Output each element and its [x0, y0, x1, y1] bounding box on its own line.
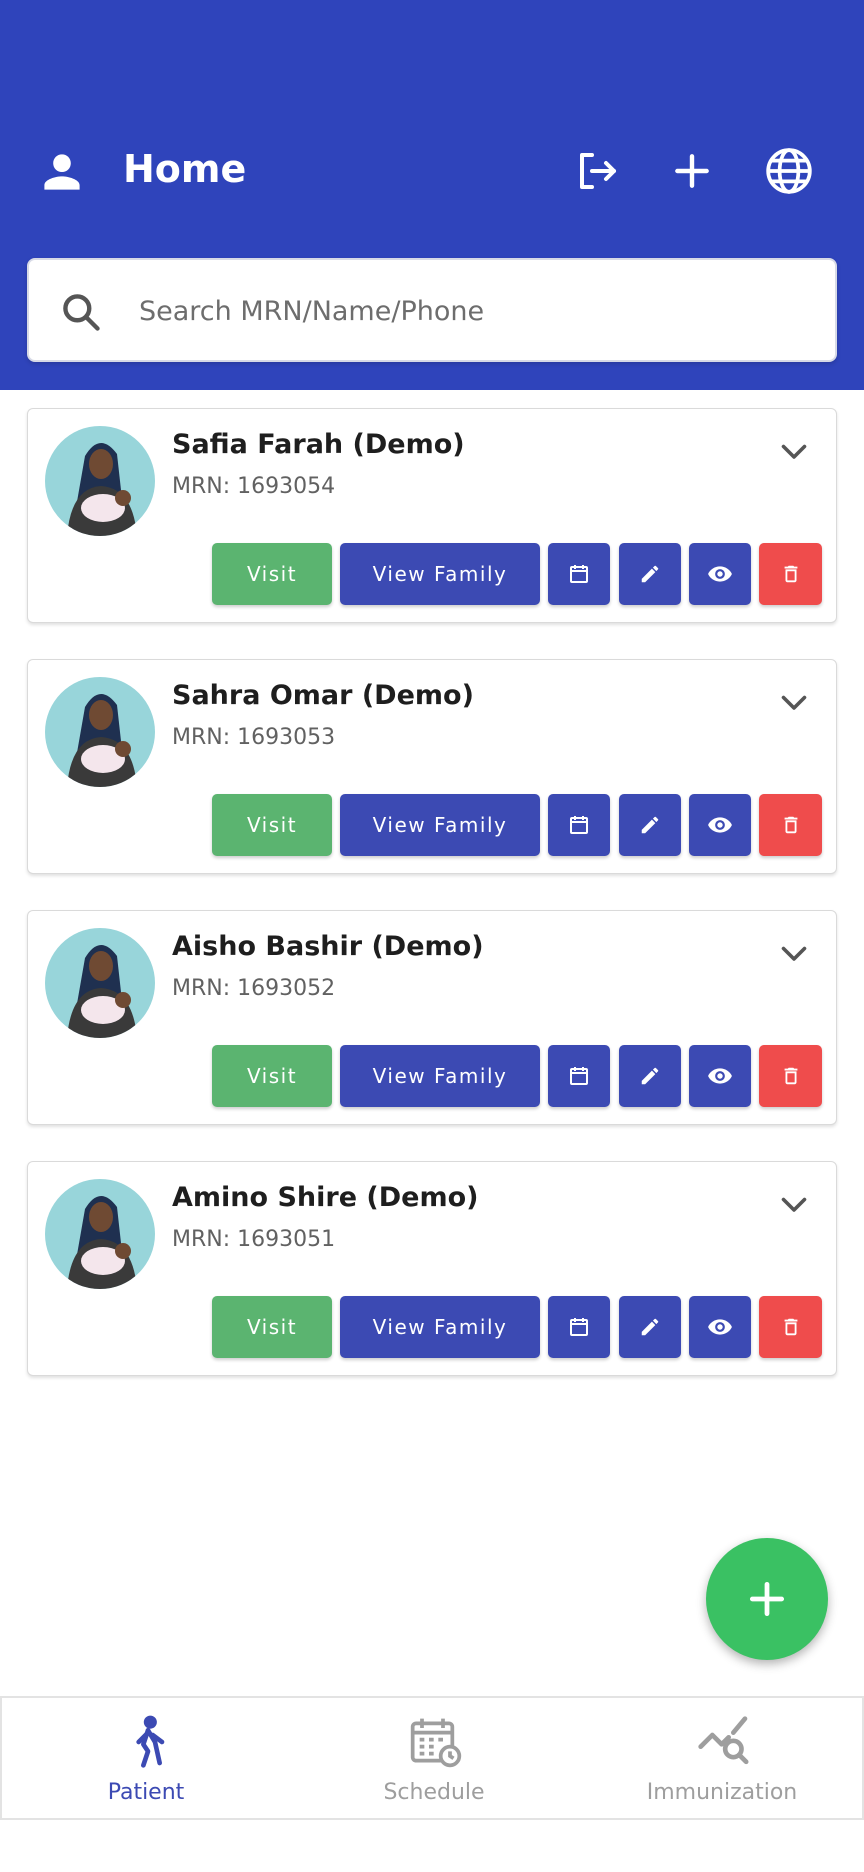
logout-button[interactable]	[570, 145, 622, 197]
patient-card[interactable]: Sahra Omar (Demo) MRN: 1693053 Visit Vie…	[27, 659, 837, 874]
patient-name: Aisho Bashir (Demo)	[172, 931, 484, 962]
eye-icon	[708, 817, 732, 833]
patient-card[interactable]: Aisho Bashir (Demo) MRN: 1693052 Visit V…	[27, 910, 837, 1125]
patient-list: Safia Farah (Demo) MRN: 1693054 Visit Vi…	[0, 408, 864, 1412]
avatar	[45, 426, 155, 536]
bottom-navigation: Patient Schedule Immunization	[0, 1696, 864, 1820]
view-button[interactable]	[689, 543, 751, 605]
view-button[interactable]	[689, 1296, 751, 1358]
edit-button[interactable]	[619, 794, 681, 856]
delete-button[interactable]	[759, 794, 822, 856]
calendar-clock-icon	[410, 1718, 462, 1768]
trash-icon	[784, 816, 797, 834]
calendar-icon	[570, 565, 588, 583]
chart-search-icon	[698, 1716, 749, 1765]
edit-button[interactable]	[619, 543, 681, 605]
visit-button[interactable]: Visit	[212, 1296, 332, 1358]
avatar	[45, 928, 155, 1038]
chevron-down-icon[interactable]	[776, 1186, 812, 1222]
nav-item-schedule[interactable]: Schedule	[290, 1698, 578, 1818]
schedule-button[interactable]	[548, 794, 610, 856]
trash-icon	[784, 1067, 797, 1085]
add-icon	[675, 154, 709, 188]
logout-icon	[580, 153, 616, 189]
patient-mrn: MRN: 1693053	[172, 725, 336, 750]
search-input[interactable]	[139, 282, 799, 340]
view-family-button[interactable]: View Family	[340, 1296, 540, 1358]
patient-card[interactable]: Safia Farah (Demo) MRN: 1693054 Visit Vi…	[27, 408, 837, 623]
search-bar	[27, 258, 837, 362]
delete-button[interactable]	[759, 1045, 822, 1107]
eye-icon	[708, 1068, 732, 1084]
calendar-icon	[570, 1318, 588, 1336]
plus-icon	[749, 1581, 785, 1617]
visit-button[interactable]: Visit	[212, 543, 332, 605]
nav-label-schedule: Schedule	[383, 1780, 485, 1805]
patient-mrn: MRN: 1693051	[172, 1227, 336, 1252]
visit-button[interactable]: Visit	[212, 794, 332, 856]
pencil-icon	[641, 1318, 659, 1336]
eye-icon	[708, 566, 732, 582]
delete-button[interactable]	[759, 543, 822, 605]
chevron-down-icon[interactable]	[776, 684, 812, 720]
language-button[interactable]	[763, 145, 815, 197]
visit-button[interactable]: Visit	[212, 1045, 332, 1107]
pencil-icon	[641, 565, 659, 583]
trash-icon	[784, 565, 797, 583]
schedule-button[interactable]	[548, 1296, 610, 1358]
delete-button[interactable]	[759, 1296, 822, 1358]
view-family-button[interactable]: View Family	[340, 794, 540, 856]
schedule-button[interactable]	[548, 543, 610, 605]
edit-button[interactable]	[619, 1045, 681, 1107]
avatar	[45, 1179, 155, 1289]
pencil-icon	[641, 1067, 659, 1085]
patient-name: Amino Shire (Demo)	[172, 1182, 479, 1213]
view-family-button[interactable]: View Family	[340, 543, 540, 605]
patient-mrn: MRN: 1693052	[172, 976, 336, 1001]
patient-card[interactable]: Amino Shire (Demo) MRN: 1693051 Visit Vi…	[27, 1161, 837, 1376]
add-button[interactable]	[666, 145, 718, 197]
avatar	[45, 677, 155, 787]
person-icon[interactable]	[40, 150, 84, 194]
patient-name: Sahra Omar (Demo)	[172, 680, 474, 711]
nav-item-immunization[interactable]: Immunization	[578, 1698, 864, 1818]
language-icon	[766, 148, 812, 194]
chevron-down-icon[interactable]	[776, 433, 812, 469]
patient-name: Safia Farah (Demo)	[172, 429, 465, 460]
app-header: Home	[0, 0, 864, 390]
calendar-icon	[570, 1067, 588, 1085]
nav-label-immunization: Immunization	[646, 1780, 798, 1805]
trash-icon	[784, 1318, 797, 1336]
calendar-icon	[570, 816, 588, 834]
pencil-icon	[641, 816, 659, 834]
page-title: Home	[123, 147, 247, 191]
nav-label-patient: Patient	[107, 1780, 185, 1805]
eye-icon	[708, 1319, 732, 1335]
patient-mrn: MRN: 1693054	[172, 474, 336, 499]
add-patient-fab[interactable]	[706, 1538, 828, 1660]
nav-item-patient[interactable]: Patient	[2, 1698, 290, 1818]
view-family-button[interactable]: View Family	[340, 1045, 540, 1107]
view-button[interactable]	[689, 1045, 751, 1107]
schedule-button[interactable]	[548, 1045, 610, 1107]
chevron-down-icon[interactable]	[776, 935, 812, 971]
search-icon	[63, 294, 100, 331]
walking-person-icon	[136, 1715, 165, 1768]
view-button[interactable]	[689, 794, 751, 856]
edit-button[interactable]	[619, 1296, 681, 1358]
